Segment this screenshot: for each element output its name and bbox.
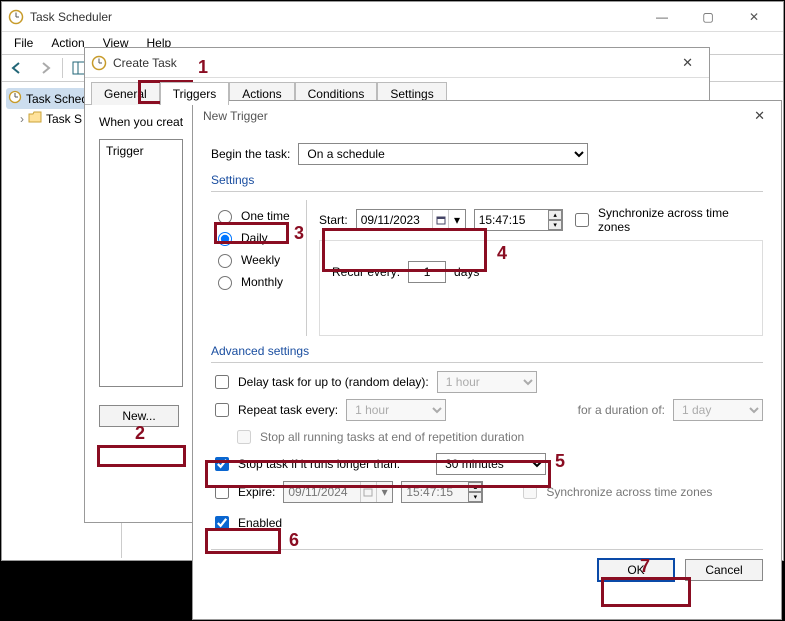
delay-select: 1 hour bbox=[437, 371, 537, 393]
chevron-down-icon: ▾ bbox=[376, 482, 392, 502]
start-time[interactable]: 15:47:15 ▴▾ bbox=[474, 209, 563, 231]
close-icon[interactable]: ✕ bbox=[744, 104, 775, 128]
tree-child-label: Task S bbox=[46, 112, 82, 126]
start-date-value: 09/11/2023 bbox=[357, 213, 424, 227]
start-time-value: 15:47:15 bbox=[475, 213, 530, 227]
stop-all-label: Stop all running tasks at end of repetit… bbox=[260, 430, 524, 444]
tab-triggers[interactable]: Triggers bbox=[160, 82, 230, 105]
tree-root-label: Task Sched bbox=[26, 92, 88, 106]
start-label: Start: bbox=[319, 213, 348, 227]
advanced-title: Advanced settings bbox=[211, 344, 763, 358]
chevron-down-icon[interactable]: ▾ bbox=[448, 210, 464, 230]
expire-check[interactable]: Expire: bbox=[211, 482, 275, 502]
time-spinner: ▴▾ bbox=[468, 482, 482, 502]
new-trigger-titlebar: New Trigger ✕ bbox=[193, 101, 781, 131]
expire-sync-tz: Synchronize across time zones bbox=[519, 482, 712, 502]
triggers-list-header: Trigger bbox=[106, 144, 176, 158]
recur-unit: days bbox=[454, 265, 479, 279]
recur-input[interactable] bbox=[408, 261, 446, 283]
freq-monthly-label: Monthly bbox=[241, 275, 283, 289]
expire-time-value: 15:47:15 bbox=[402, 485, 457, 499]
calendar-icon bbox=[360, 482, 376, 502]
app-icon bbox=[8, 9, 24, 25]
clock-icon bbox=[8, 90, 22, 107]
minimize-button[interactable]: — bbox=[639, 2, 685, 32]
cancel-label: Cancel bbox=[705, 563, 742, 577]
start-date[interactable]: 09/11/2023 ▾ bbox=[356, 209, 466, 231]
sync-tz-label: Synchronize across time zones bbox=[598, 206, 763, 234]
app-icon bbox=[91, 55, 107, 71]
create-task-title: Create Task bbox=[113, 56, 177, 70]
new-button-label: New... bbox=[122, 409, 155, 423]
settings-title: Settings bbox=[211, 173, 763, 187]
freq-monthly[interactable]: Monthly bbox=[213, 273, 300, 290]
close-icon[interactable]: ✕ bbox=[672, 51, 703, 75]
chevron-right-icon: › bbox=[20, 112, 24, 126]
repeat-select: 1 hour bbox=[346, 399, 446, 421]
expire-date: 09/11/2024 ▾ bbox=[283, 481, 393, 503]
freq-one-time[interactable]: One time bbox=[213, 207, 300, 224]
repeat-dur-label: for a duration of: bbox=[578, 403, 665, 417]
begin-select[interactable]: On a schedule bbox=[298, 143, 588, 165]
ok-label: OK bbox=[627, 563, 644, 577]
menu-file[interactable]: File bbox=[6, 34, 41, 52]
expire-date-value: 09/11/2024 bbox=[284, 485, 351, 499]
expire-label: Expire: bbox=[238, 485, 275, 499]
expire-sync-tz-label: Synchronize across time zones bbox=[546, 485, 712, 499]
repeat-dur-select: 1 day bbox=[673, 399, 763, 421]
expire-time: 15:47:15 ▴▾ bbox=[401, 481, 483, 503]
main-titlebar: Task Scheduler — ▢ ✕ bbox=[2, 2, 783, 32]
freq-weekly-label: Weekly bbox=[241, 253, 280, 267]
stop-long-select[interactable]: 30 minutes bbox=[436, 453, 546, 475]
back-icon[interactable] bbox=[6, 57, 28, 79]
enabled-label: Enabled bbox=[238, 516, 282, 530]
repeat-check[interactable]: Repeat task every: bbox=[211, 400, 338, 420]
calendar-icon[interactable] bbox=[432, 210, 448, 230]
delay-check[interactable]: Delay task for up to (random delay): bbox=[211, 372, 429, 392]
folder-icon bbox=[28, 111, 42, 126]
new-button[interactable]: New... bbox=[99, 405, 179, 427]
stop-long-label: Stop task if it runs longer than: bbox=[238, 457, 400, 471]
create-task-titlebar: Create Task ✕ bbox=[85, 48, 709, 78]
delay-label: Delay task for up to (random delay): bbox=[238, 375, 429, 389]
freq-daily-label: Daily bbox=[241, 231, 268, 245]
time-spinner[interactable]: ▴▾ bbox=[548, 210, 562, 230]
cancel-button[interactable]: Cancel bbox=[685, 559, 763, 581]
freq-one-time-label: One time bbox=[241, 209, 290, 223]
triggers-list[interactable]: Trigger bbox=[99, 139, 183, 387]
repeat-label: Repeat task every: bbox=[238, 403, 338, 417]
new-trigger-title: New Trigger bbox=[203, 109, 268, 123]
stop-all-check: Stop all running tasks at end of repetit… bbox=[233, 427, 524, 447]
main-title: Task Scheduler bbox=[30, 10, 112, 24]
stop-long-check[interactable]: Stop task if it runs longer than: bbox=[211, 454, 400, 474]
begin-label: Begin the task: bbox=[211, 147, 290, 161]
freq-daily[interactable]: Daily bbox=[213, 229, 300, 246]
new-trigger-dialog: New Trigger ✕ Begin the task: On a sched… bbox=[192, 100, 782, 620]
freq-weekly[interactable]: Weekly bbox=[213, 251, 300, 268]
sync-tz-check[interactable]: Synchronize across time zones bbox=[571, 206, 763, 234]
close-button[interactable]: ✕ bbox=[731, 2, 777, 32]
maximize-button[interactable]: ▢ bbox=[685, 2, 731, 32]
ok-button[interactable]: OK bbox=[597, 558, 675, 582]
tab-general[interactable]: General bbox=[91, 82, 160, 105]
recur-label: Recur every: bbox=[332, 265, 400, 279]
forward-icon[interactable] bbox=[34, 57, 56, 79]
enabled-check[interactable]: Enabled bbox=[211, 513, 282, 533]
